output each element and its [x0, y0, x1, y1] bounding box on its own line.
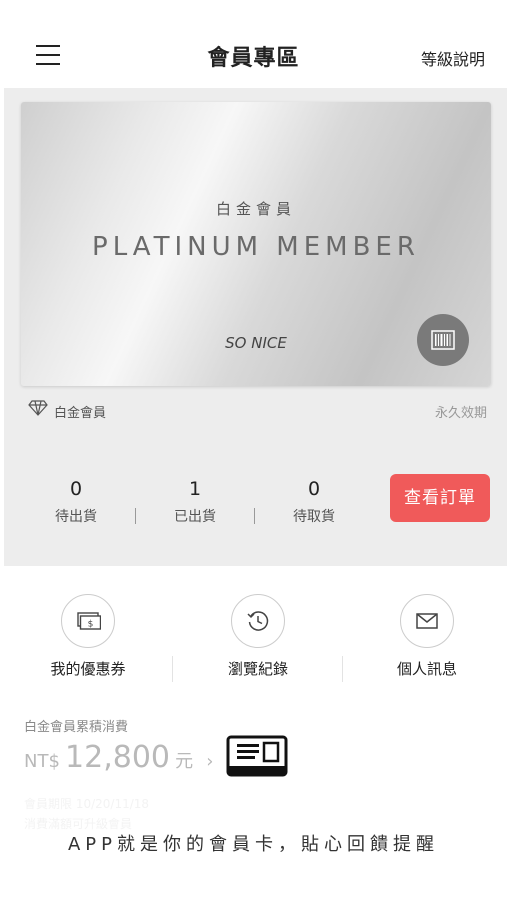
quick-divider: [172, 656, 173, 682]
coupon-icon: $: [77, 612, 101, 630]
coupon-icon-circle: $: [61, 594, 115, 648]
stat-shipped[interactable]: 1 已出貨: [155, 478, 235, 526]
stat-divider: [254, 508, 255, 524]
quick-link-label: 瀏覽紀錄: [227, 660, 288, 678]
diamond-icon: [28, 400, 48, 416]
card-title-cn: 白金會員: [215, 200, 296, 218]
header-bar: 會員專區 等級說明: [0, 0, 507, 88]
stat-count: 1: [188, 478, 202, 500]
barcode-icon: [431, 330, 455, 350]
quick-divider: [342, 656, 343, 682]
spend-currency: NT$: [24, 751, 60, 772]
spend-amount: 12,800: [65, 740, 170, 775]
stat-count: 0: [307, 478, 321, 500]
svg-text:$: $: [88, 620, 94, 630]
member-card: 白金會員 PLATINUM MEMBER SO NICE: [21, 102, 491, 386]
quick-link-coupons[interactable]: $ 我的優惠券: [28, 594, 148, 679]
tier-label: 白金會員: [54, 406, 107, 421]
mail-icon-circle: [400, 594, 454, 648]
quick-link-messages[interactable]: 個人訊息: [367, 594, 487, 679]
history-icon: [247, 611, 269, 631]
level-info-link[interactable]: 等級說明: [421, 46, 485, 70]
stat-label: 待出貨: [55, 509, 97, 525]
validity-label: 永久效期: [434, 406, 487, 421]
stat-label: 已出貨: [174, 509, 216, 525]
card-title-en: PLATINUM MEMBER: [92, 232, 420, 262]
spend-unit: 元: [175, 751, 194, 772]
stat-label: 待取貨: [293, 509, 335, 525]
stat-pending-pickup[interactable]: 0 待取貨: [274, 478, 354, 526]
history-icon-circle: [231, 594, 285, 648]
mail-icon: [416, 613, 438, 629]
view-orders-button[interactable]: 查看訂單: [390, 474, 490, 522]
quick-link-label: 我的優惠券: [50, 660, 126, 678]
member-card-section: 白金會員 PLATINUM MEMBER SO NICE 白金會員 永久效期 0…: [4, 88, 507, 566]
promo-banner-text: APP就是你的會員卡，貼心回饋提醒: [67, 834, 440, 855]
stat-divider: [135, 508, 136, 524]
member-card-icon: [226, 735, 288, 777]
barcode-button[interactable]: [417, 314, 469, 366]
stat-pending-shipment[interactable]: 0 待出貨: [36, 478, 116, 526]
stat-count: 0: [69, 478, 83, 500]
quick-link-history[interactable]: 瀏覽紀錄: [198, 594, 318, 679]
spend-amount-row[interactable]: NT$ 12,800 元 ›: [24, 740, 213, 780]
chevron-right-icon: ›: [206, 751, 214, 772]
quick-link-label: 個人訊息: [396, 660, 457, 678]
faded-expiry-text: 會員期限 10/20/11/18: [24, 797, 150, 811]
spend-label: 白金會員累積消費: [24, 720, 129, 735]
